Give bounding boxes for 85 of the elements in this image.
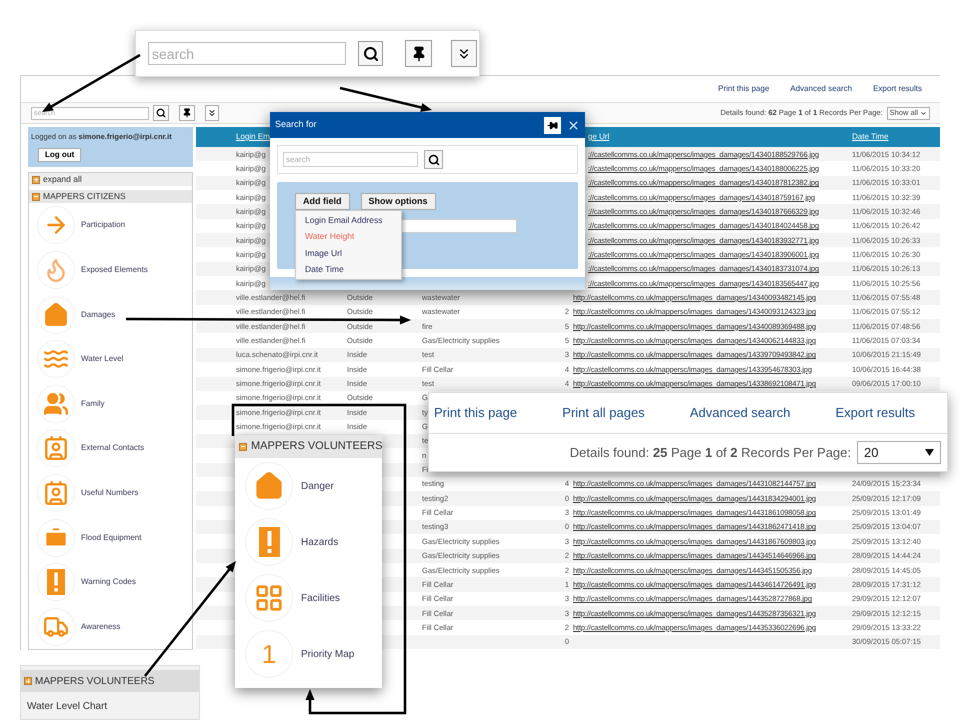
house-icon [254, 471, 284, 501]
search-icon [428, 154, 440, 166]
minus-icon[interactable] [32, 192, 40, 201]
menu-item-label: Hazards [301, 536, 338, 550]
section-header[interactable]: MAPPERS VOLUNTEERS [21, 670, 199, 692]
search-field[interactable]: search [283, 152, 418, 167]
expand-button[interactable] [451, 40, 477, 67]
menu-item-label: Exposed Elements [81, 264, 148, 276]
toolbar-link[interactable]: Advanced search [690, 403, 790, 423]
pin-button[interactable] [544, 116, 561, 134]
close-icon[interactable] [567, 118, 580, 132]
menu-item[interactable]: Danger [235, 458, 382, 514]
menu-item[interactable]: Family [29, 381, 192, 426]
select-value: 20 [864, 444, 880, 462]
menu-item-label: Priority Map [301, 648, 354, 662]
pin-icon [410, 46, 426, 62]
search-icon [362, 46, 378, 62]
plus-icon[interactable] [32, 176, 40, 184]
menu-item-label: Damages [81, 308, 116, 321]
exclamation-icon [258, 527, 280, 557]
menu-item[interactable]: Exposed Elements [29, 248, 192, 292]
menu-item[interactable]: Damages [29, 292, 192, 337]
exclamation-icon [46, 569, 66, 596]
contact-card-icon [43, 435, 69, 462]
search-icon [156, 108, 166, 118]
logout-button[interactable]: Log out [38, 148, 82, 162]
menu-item[interactable]: Water Level Chart [21, 699, 199, 714]
menu-item-label: Useful Numbers [81, 486, 138, 499]
caret-icon [920, 110, 927, 116]
menu-item[interactable]: External Contacts [29, 426, 192, 471]
priority-number: 1 [262, 641, 276, 667]
double-chevron-icon [207, 108, 217, 118]
menu-option[interactable]: Image Url [296, 245, 401, 262]
pin-icon [182, 108, 192, 118]
menu-item[interactable]: Hazards [235, 514, 382, 570]
menu-item-label: Warning Codes [81, 576, 136, 588]
menu-item-label: Awareness [81, 620, 120, 633]
records-select[interactable]: 20 [857, 441, 941, 464]
menu-option[interactable]: Login Email Address [296, 212, 401, 228]
menu-item[interactable]: Facilities [235, 570, 382, 626]
menu-item[interactable]: Participation [29, 203, 192, 248]
menu-item-label: Danger [301, 480, 334, 494]
section-title: MAPPERS VOLUNTEERS [251, 439, 382, 454]
menu-item[interactable]: Warning Codes [29, 560, 192, 604]
minus-icon[interactable] [239, 442, 247, 450]
dialog-button[interactable]: Add field [295, 193, 350, 210]
menu-item-label: External Contacts [81, 442, 144, 454]
results-summary: Details found: 25 Page 1 of 2 Records Per Page: [570, 444, 851, 462]
toolbar-link[interactable]: Export results [873, 83, 922, 95]
house-icon [43, 302, 69, 328]
pin-button[interactable] [179, 105, 195, 121]
contact-card-icon [43, 480, 69, 506]
grid-icon [254, 583, 284, 613]
search-field[interactable]: search [148, 42, 346, 65]
menu-item-label: Flood Equipment [81, 532, 142, 544]
search-button[interactable] [424, 150, 443, 169]
pin-icon [547, 120, 558, 130]
pin-button[interactable] [405, 40, 432, 67]
menu-item[interactable]: Awareness [29, 604, 192, 649]
dialog-button[interactable]: Show options [360, 193, 436, 210]
menu-item-label: Family [81, 398, 105, 410]
section-title: MAPPERS VOLUNTEERS [35, 674, 154, 688]
menu-item[interactable]: Water Level [29, 336, 192, 382]
search-button[interactable] [358, 41, 383, 66]
toolbar-link[interactable]: Advanced search [790, 83, 852, 95]
column-header[interactable]: Date Time [849, 131, 940, 143]
toolbar-link[interactable]: Print all pages [562, 403, 645, 423]
plus-icon[interactable] [24, 677, 32, 685]
menu-item[interactable]: Useful Numbers [29, 470, 192, 516]
menu-item[interactable]: Flood Equipment [29, 515, 192, 560]
toolbar-link[interactable]: Print this page [434, 403, 518, 423]
menu-option[interactable]: Date Time [296, 262, 401, 278]
menu-item-label: Water Level [81, 353, 124, 366]
people-icon [43, 390, 69, 417]
toolbar-link[interactable]: Export results [836, 403, 915, 423]
menu-item[interactable]: 1 Priority Map [235, 626, 382, 682]
section-header[interactable]: MAPPERS VOLUNTEERS [235, 435, 382, 458]
dialog-title: Search for [275, 118, 318, 132]
expand-button[interactable] [205, 105, 219, 121]
menu-item-label: Facilities [301, 592, 340, 606]
section-header[interactable]: MAPPERS CITIZENS [29, 190, 192, 204]
menu-item-label: Participation [81, 219, 126, 232]
section-title: MAPPERS CITIZENS [43, 190, 126, 203]
search-button[interactable] [153, 105, 169, 121]
toolbar-link[interactable]: Print this page [718, 83, 770, 95]
